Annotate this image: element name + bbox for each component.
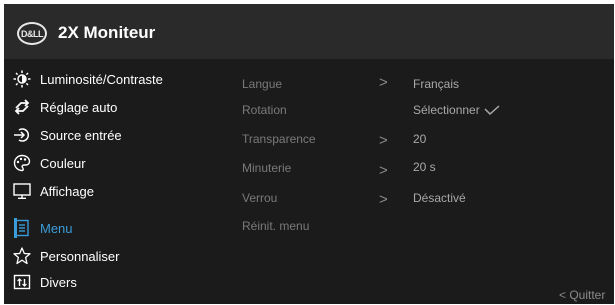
monitor-osd-panel: D&LL 2X Moniteur Luminosité/Contraste Ré… — [4, 4, 614, 304]
menu-document-icon — [12, 218, 32, 238]
osd-header: D&LL 2X Moniteur — [4, 4, 614, 59]
menu-item-label: Menu — [40, 220, 73, 236]
menu-item-label: Divers — [40, 274, 77, 290]
osd-title: 2X Moniteur — [58, 23, 156, 42]
menu-item-label: Luminosité/Contraste — [40, 71, 163, 87]
submenu-value-lock: Désactivé — [413, 191, 466, 205]
submenu-label-rotation[interactable]: Rotation — [242, 102, 287, 118]
menu-item-input-source[interactable]: Source entrée — [12, 124, 212, 146]
auto-adjust-icon — [12, 97, 32, 117]
submenu-label-lock[interactable]: Verrou — [242, 190, 277, 206]
color-palette-icon — [12, 153, 32, 173]
rotation-value-text: Sélectionner — [413, 103, 480, 117]
brightness-icon — [12, 69, 32, 89]
checkmark-icon — [484, 105, 500, 115]
submenu-arrow-transparency: > — [379, 132, 388, 149]
menu-item-label: Personnaliser — [40, 248, 120, 264]
submenu-label-transparency[interactable]: Transparence — [242, 131, 316, 147]
menu-item-label: Source entrée — [40, 127, 122, 143]
menu-item-label: Réglage auto — [40, 99, 118, 115]
menu-item-menu[interactable]: Menu — [12, 217, 212, 239]
menu-item-brightness-contrast[interactable]: Luminosité/Contraste — [12, 68, 212, 90]
menu-item-label: Couleur — [40, 155, 86, 171]
submenu-arrow-lock: > — [379, 191, 388, 208]
menu-item-color[interactable]: Couleur — [12, 152, 212, 174]
input-source-icon — [12, 125, 32, 145]
menu-item-display[interactable]: Affichage — [12, 180, 212, 202]
submenu-value-transparency: 20 — [413, 132, 427, 146]
menu-item-personalize[interactable]: Personnaliser — [12, 245, 212, 267]
dell-logo: D&LL — [17, 22, 47, 45]
menu-item-label: Affichage — [40, 183, 94, 199]
submenu-label-timer[interactable]: Minuterie — [242, 160, 291, 176]
star-icon — [12, 246, 32, 266]
quit-button[interactable]: < Quitter — [559, 288, 605, 302]
submenu-label-reset-menu[interactable]: Réinit. menu — [242, 218, 309, 234]
submenu-arrow-timer: > — [379, 162, 388, 179]
display-monitor-icon — [12, 181, 32, 201]
others-info-icon — [12, 272, 32, 292]
submenu-value-rotation: Sélectionner — [413, 102, 500, 118]
submenu-label-language[interactable]: Langue — [242, 76, 282, 92]
submenu-value-language: Français — [413, 77, 460, 91]
submenu-arrow-language: > — [379, 74, 388, 91]
menu-item-auto-adjust[interactable]: Réglage auto — [12, 96, 212, 118]
menu-item-others[interactable]: Divers — [12, 271, 212, 293]
submenu-value-timer: 20 s — [413, 160, 436, 174]
